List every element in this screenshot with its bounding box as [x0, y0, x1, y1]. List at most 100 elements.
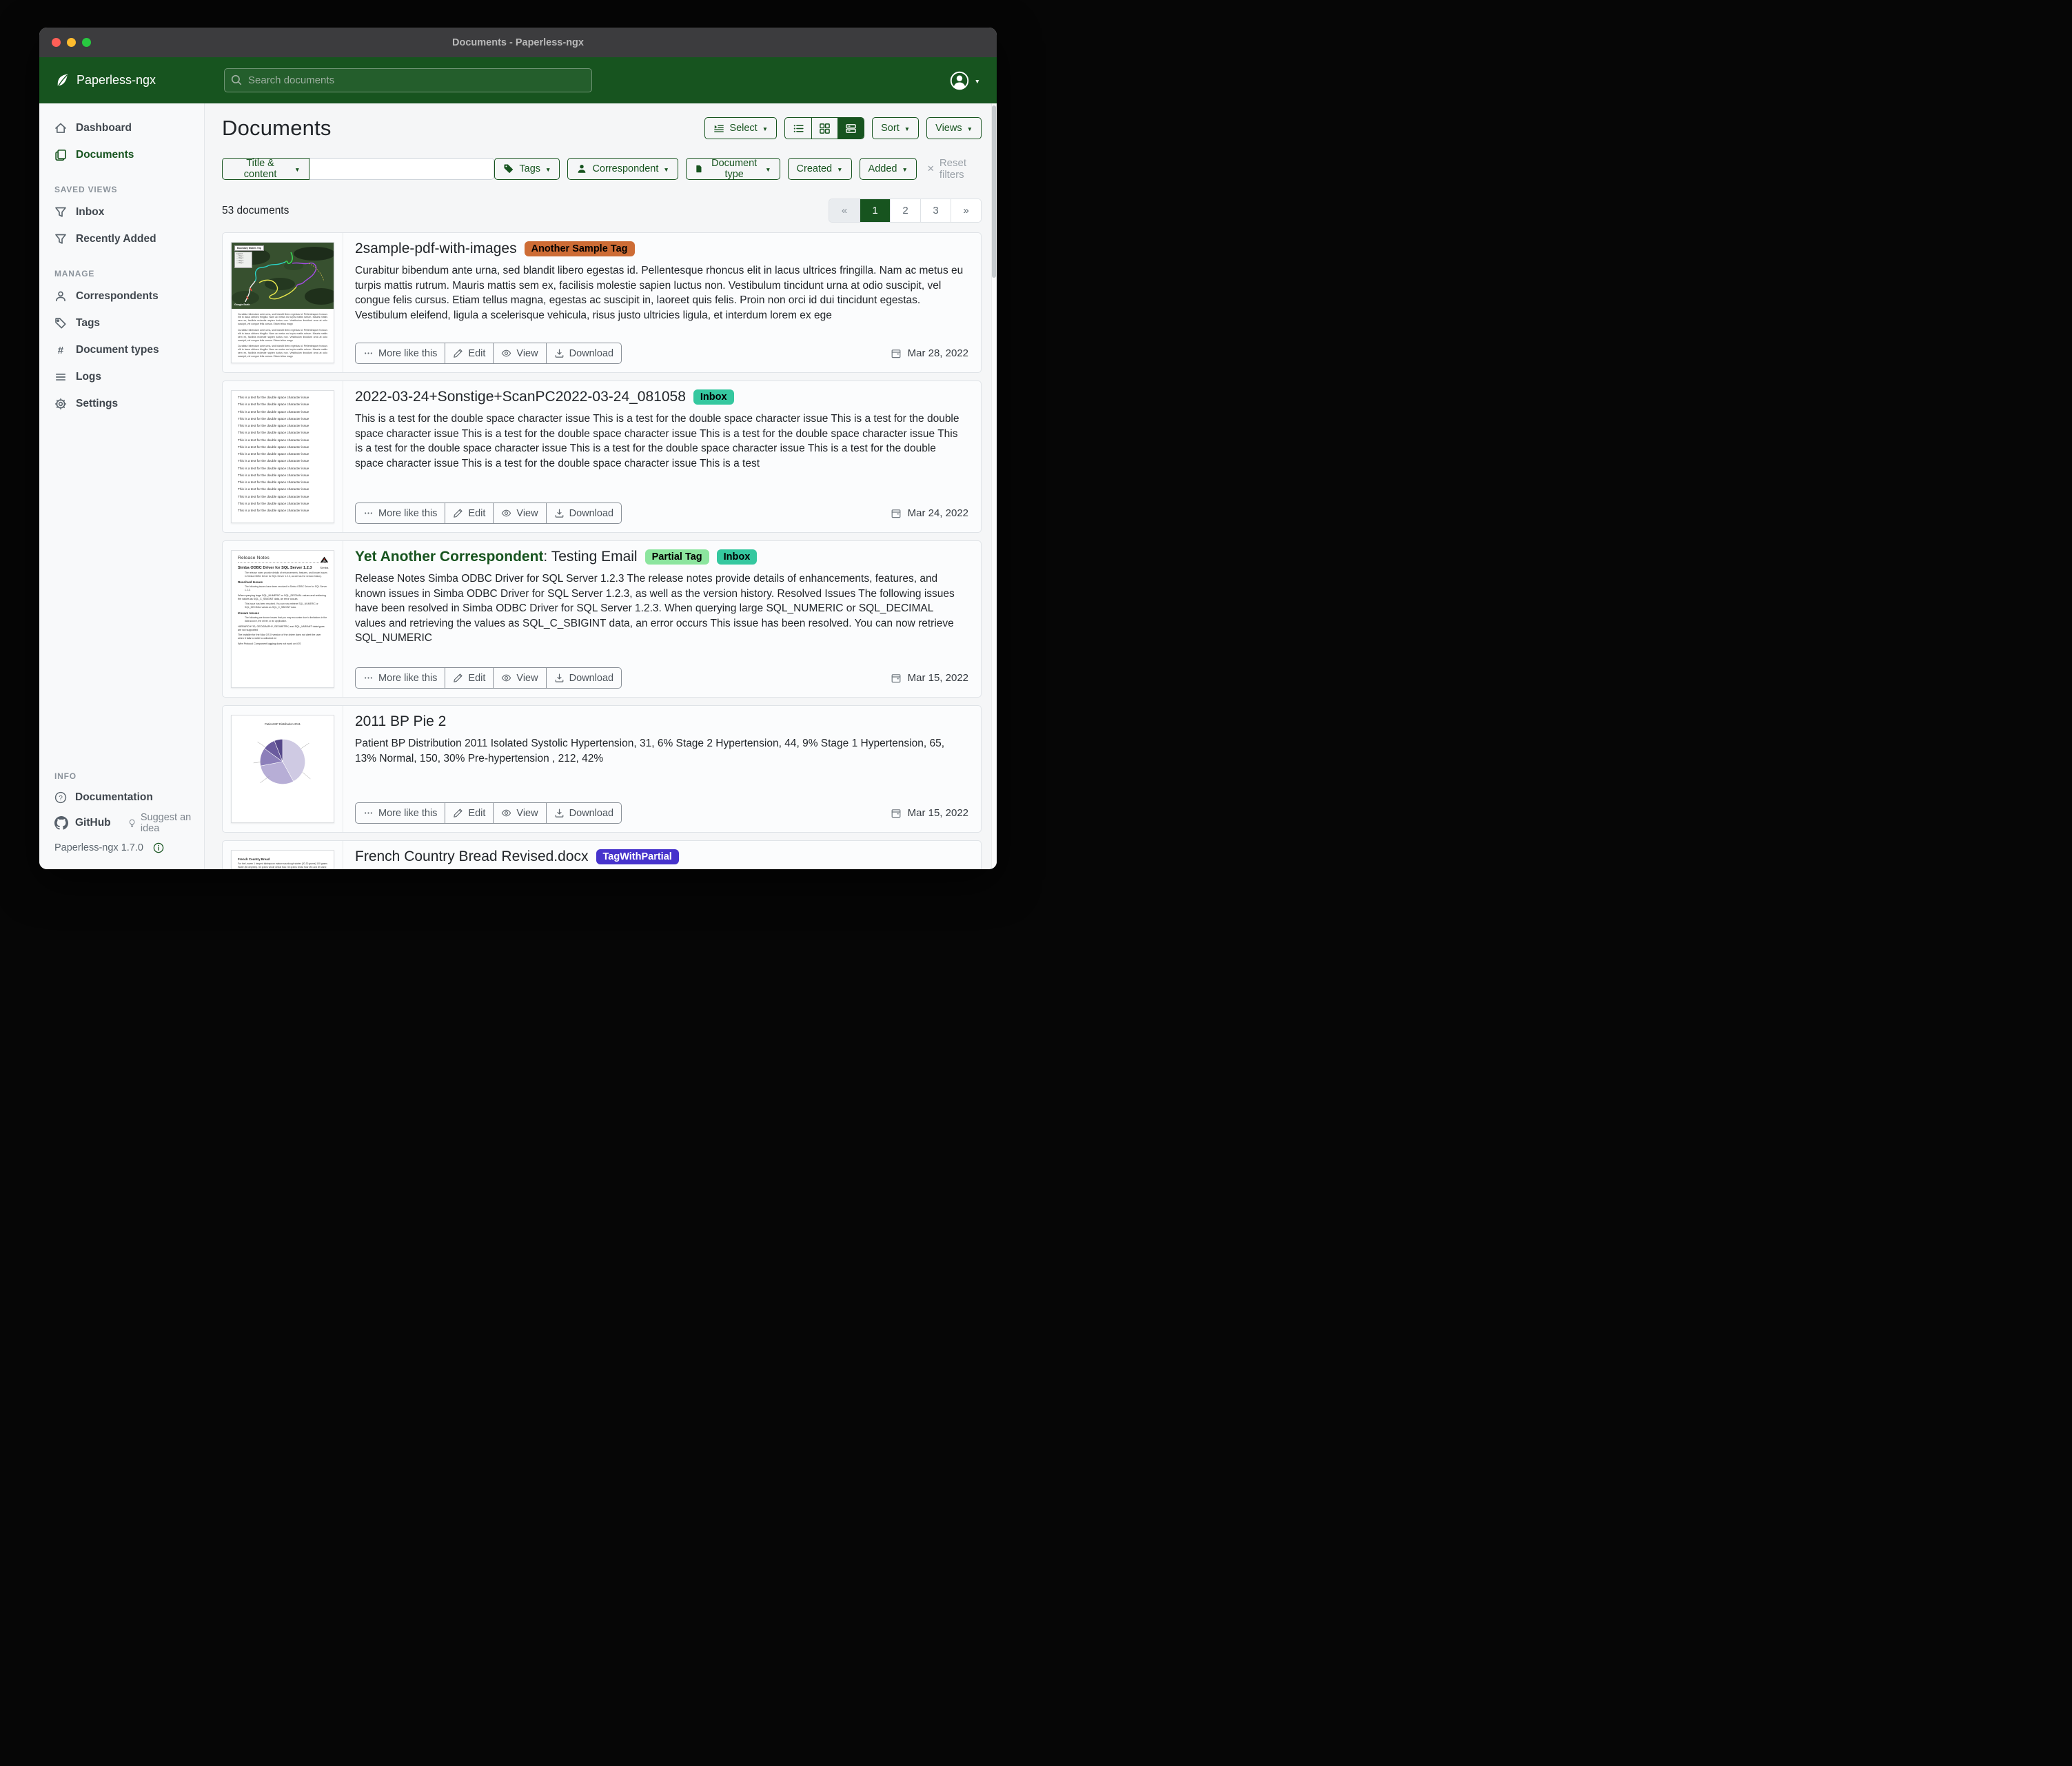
tag-badge[interactable]: Inbox	[693, 389, 734, 405]
chevron-down-icon: ▼	[975, 78, 980, 85]
edit-button[interactable]: Edit	[445, 803, 493, 823]
zoom-window-button[interactable]	[82, 38, 91, 47]
document-thumbnail[interactable]: Patient BP Distribution 2011	[231, 715, 334, 823]
select-button[interactable]: Select▼	[704, 117, 777, 139]
reset-filters-button[interactable]: ✕Reset filters	[927, 157, 982, 181]
filter-tags-button[interactable]: Tags▼	[494, 158, 560, 180]
filter-text-input[interactable]	[309, 158, 495, 180]
dots-icon	[363, 808, 374, 818]
close-window-button[interactable]	[52, 38, 61, 47]
sidebar-section-label: SAVED VIEWS	[54, 185, 204, 194]
documents-toolbar: Select▼ Sort▼ Views▼	[704, 117, 982, 139]
view-button[interactable]: View	[493, 343, 545, 363]
home-icon	[54, 122, 67, 134]
grid-view-icon	[819, 123, 831, 134]
brand-link[interactable]: Paperless-ngx	[39, 72, 205, 89]
download-button[interactable]: Download	[546, 343, 622, 363]
filter-correspondent-button[interactable]: Correspondent▼	[567, 158, 678, 180]
document-thumbnail[interactable]: This is a test for the double space char…	[231, 390, 334, 523]
download-button[interactable]: Download	[546, 803, 622, 823]
sidebar-item-settings[interactable]: Settings	[39, 390, 204, 417]
edit-button[interactable]: Edit	[445, 668, 493, 688]
filter-field-button[interactable]: Title & content▼	[222, 158, 309, 180]
detail-view-icon	[845, 123, 857, 134]
view-button[interactable]: View	[493, 668, 545, 688]
sidebar-info-section: INFO ? Documentation GitHub Suggest an i…	[39, 755, 204, 869]
filter-added-button[interactable]: Added▼	[860, 158, 917, 180]
user-menu[interactable]: ▼	[950, 71, 997, 90]
sidebar-item-documentation[interactable]: ? Documentation	[39, 785, 204, 810]
more-like-this-button[interactable]: More like this	[356, 668, 445, 688]
more-like-this-button[interactable]: More like this	[356, 343, 445, 363]
sidebar-item-correspondents[interactable]: Correspondents	[39, 283, 204, 309]
info-circle-icon[interactable]	[153, 842, 164, 853]
calendar-icon	[891, 508, 902, 519]
dots-icon	[363, 348, 374, 358]
app-window: Documents - Paperless-ngx Paperless-ngx …	[39, 28, 997, 869]
edit-button[interactable]: Edit	[445, 343, 493, 363]
document-title[interactable]: 2011 BP Pie 2	[355, 713, 446, 730]
svg-text:?: ?	[59, 795, 63, 802]
pagination-prev[interactable]: «	[829, 199, 860, 222]
pagination-page-2[interactable]: 2	[890, 199, 920, 222]
search-input[interactable]	[224, 68, 592, 92]
suggest-idea-link[interactable]: Suggest an idea	[128, 812, 204, 834]
edit-button[interactable]: Edit	[445, 503, 493, 523]
pagination: «123»	[829, 199, 982, 223]
sort-button[interactable]: Sort▼	[872, 117, 919, 139]
document-card: Boundary Waters Trip Legend— Day 1— Day …	[222, 232, 982, 373]
document-excerpt: Patient BP Distribution 2011 Isolated Sy…	[355, 736, 968, 766]
document-title[interactable]: 2sample-pdf-with-images	[355, 241, 517, 257]
document-excerpt: Release Notes Simba ODBC Driver for SQL …	[355, 571, 968, 646]
more-like-this-button[interactable]: More like this	[356, 503, 445, 523]
download-button[interactable]: Download	[546, 503, 622, 523]
sidebar-item-dashboard[interactable]: Dashboard	[39, 114, 204, 141]
document-title[interactable]: French Country Bread Revised.docx	[355, 849, 589, 865]
download-button[interactable]: Download	[546, 668, 622, 688]
sidebar-item-document-types[interactable]: # Document types	[39, 336, 204, 363]
document-date: Mar 15, 2022	[891, 672, 968, 684]
sidebar-item-logs[interactable]: Logs	[39, 363, 204, 390]
pagination-next[interactable]: »	[951, 199, 981, 222]
filter-document-type-button[interactable]: Document type▼	[686, 158, 780, 180]
document-date: Mar 15, 2022	[891, 807, 968, 819]
list-view-button[interactable]	[785, 118, 811, 139]
tag-badge[interactable]: Inbox	[717, 549, 758, 565]
filter-row: Title & content▼ Tags▼ Correspondent▼ Do…	[222, 157, 982, 181]
pagination-page-1[interactable]: 1	[860, 199, 890, 222]
document-title[interactable]: 2022-03-24+Sonstige+ScanPC2022-03-24_081…	[355, 389, 686, 405]
document-thumbnail[interactable]: French Country BreadFor the Leaven 1 hea…	[231, 850, 334, 869]
caret-down-icon: ▼	[545, 166, 551, 173]
filter-created-button[interactable]: Created▼	[788, 158, 852, 180]
tag-badge[interactable]: Another Sample Tag	[525, 241, 635, 256]
card-actions: More like this Edit View Download	[355, 802, 622, 824]
sidebar-item-tags[interactable]: Tags	[39, 309, 204, 336]
document-thumbnail[interactable]: Boundary Waters Trip Legend— Day 1— Day …	[231, 242, 334, 363]
tag-badge[interactable]: TagWithPartial	[596, 849, 679, 864]
more-like-this-button[interactable]: More like this	[356, 803, 445, 823]
scrollbar-track[interactable]	[991, 103, 997, 869]
view-button[interactable]: View	[493, 803, 545, 823]
sidebar-item-recently-added[interactable]: Recently Added	[39, 225, 204, 252]
document-card: French Country BreadFor the Leaven 1 hea…	[222, 840, 982, 869]
search-icon	[230, 74, 243, 86]
grid-view-button[interactable]	[811, 118, 837, 139]
document-title[interactable]: Yet Another Correspondent: Testing Email	[355, 549, 638, 565]
document-correspondent[interactable]: Yet Another Correspondent	[355, 549, 543, 565]
scrollbar-thumb[interactable]	[992, 105, 996, 278]
sidebar-item-documents[interactable]: Documents	[39, 141, 204, 168]
tag-badge[interactable]: Partial Tag	[645, 549, 709, 565]
detail-view-button[interactable]	[837, 118, 864, 139]
card-actions: More like this Edit View Download	[355, 667, 622, 689]
paperless-leaf-icon	[54, 72, 70, 89]
minimize-window-button[interactable]	[67, 38, 76, 47]
views-button[interactable]: Views▼	[926, 117, 982, 139]
caret-down-icon: ▼	[663, 166, 669, 173]
sidebar-item-inbox[interactable]: Inbox	[39, 199, 204, 225]
question-circle-icon: ?	[54, 791, 67, 804]
pagination-page-3[interactable]: 3	[920, 199, 951, 222]
sidebar-item-github[interactable]: GitHub	[54, 816, 111, 830]
pencil-icon	[453, 348, 463, 358]
view-button[interactable]: View	[493, 503, 545, 523]
document-thumbnail[interactable]: Simba Release Notes Simba ODBC Driver fo…	[231, 550, 334, 688]
